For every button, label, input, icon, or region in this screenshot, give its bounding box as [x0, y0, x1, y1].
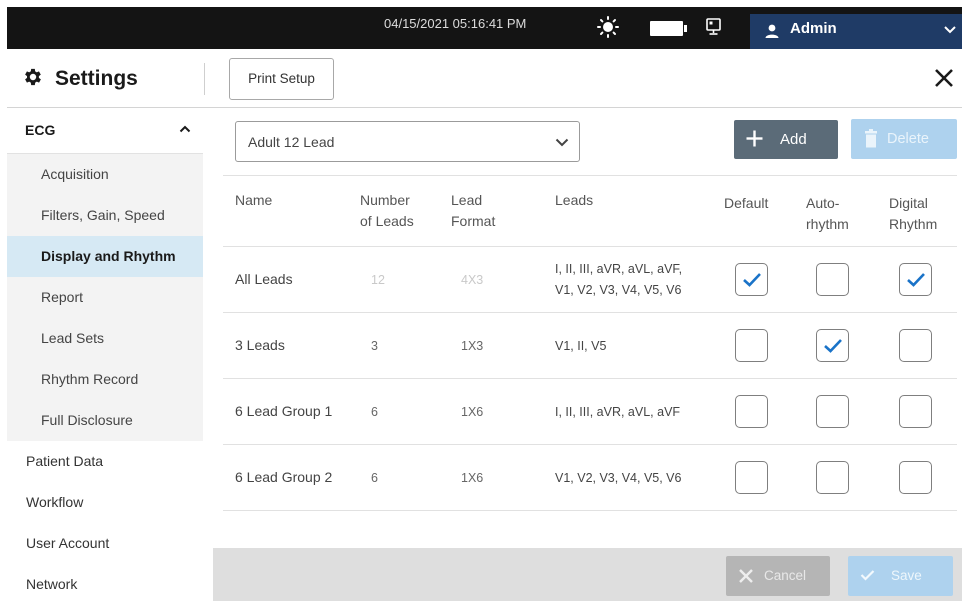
column-header-digital-rhythm-line1: Digital — [889, 195, 928, 211]
save-button[interactable]: Save — [848, 556, 953, 596]
row-name: All Leads — [235, 271, 293, 287]
check-icon — [860, 570, 875, 581]
default-checkbox[interactable] — [735, 263, 768, 296]
column-header-lead-format-line1: Lead — [451, 192, 483, 208]
row-lead-format: 1X6 — [461, 471, 484, 485]
auto-rhythm-checkbox[interactable] — [816, 263, 849, 296]
column-header-auto-rhythm-line1: Auto- — [806, 195, 840, 211]
status-bar: 04/15/2021 05:16:41 PM Admin — [7, 7, 962, 49]
row-leads: I, II, III, aVR, aVL, aVF — [555, 405, 681, 419]
datetime: 04/15/2021 05:16:41 PM — [384, 16, 527, 31]
auto-rhythm-checkbox[interactable] — [816, 461, 849, 494]
table-row[interactable]: 6 Lead Group 1 6 1X6 I, II, III, aVR, aV… — [223, 379, 957, 445]
row-leads-line2: V1, V2, V3, V4, V5, V6 — [555, 283, 682, 297]
column-header-default: Default — [724, 195, 769, 211]
digital-rhythm-checkbox[interactable] — [899, 329, 932, 362]
sidebar-item-rhythm-record[interactable]: Rhythm Record — [7, 359, 203, 400]
column-header-name: Name — [235, 192, 273, 208]
digital-rhythm-checkbox[interactable] — [899, 263, 932, 296]
trash-icon — [865, 129, 877, 148]
sidebar-item-acquisition[interactable]: Acquisition — [7, 154, 203, 195]
row-lead-format: 1X3 — [461, 339, 484, 353]
monitor-icon[interactable] — [704, 17, 724, 37]
sidebar-item-report[interactable]: Report — [7, 277, 203, 318]
digital-rhythm-checkbox[interactable] — [899, 395, 932, 428]
header-divider — [204, 63, 205, 95]
settings-sidebar: ECG Acquisition Filters, Gain, Speed Dis… — [7, 108, 203, 601]
row-lead-format: 1X6 — [461, 405, 484, 419]
plus-icon — [746, 130, 763, 147]
sidebar-item-filters-gain-speed[interactable]: Filters, Gain, Speed — [7, 195, 203, 236]
sidebar-item-network[interactable]: Network — [7, 564, 203, 601]
user-menu[interactable]: Admin — [750, 14, 962, 49]
action-footer: Cancel Save — [213, 548, 962, 601]
lead-set-selected-value: Adult 12 Lead — [248, 134, 335, 150]
auto-rhythm-checkbox[interactable] — [816, 329, 849, 362]
cancel-button-label: Cancel — [764, 568, 807, 583]
sidebar-item-full-disclosure[interactable]: Full Disclosure — [7, 400, 203, 441]
sidebar-group-label: ECG — [25, 122, 56, 138]
auto-rhythm-checkbox[interactable] — [816, 395, 849, 428]
sidebar-item-user-account[interactable]: User Account — [7, 523, 203, 564]
column-header-auto-rhythm-line2: rhythm — [806, 216, 849, 232]
column-header-number-of-leads-line2: of Leads — [360, 213, 414, 229]
cancel-button[interactable]: Cancel — [726, 556, 830, 596]
row-lead-count: 12 — [371, 273, 385, 287]
add-button-label: Add — [780, 131, 807, 148]
sidebar-group-ecg[interactable]: ECG — [7, 108, 203, 154]
row-leads: V1, II, V5 — [555, 339, 607, 353]
sun-icon[interactable] — [597, 16, 619, 38]
user-name: Admin — [790, 20, 837, 37]
row-lead-count: 6 — [371, 471, 378, 485]
delete-button[interactable]: Delete — [851, 119, 957, 159]
row-leads-line1: I, II, III, aVR, aVL, aVF, — [555, 262, 683, 276]
save-button-label: Save — [891, 568, 922, 583]
column-header-lead-format-line2: Format — [451, 213, 496, 229]
row-name: 3 Leads — [235, 337, 285, 353]
battery-icon — [650, 21, 687, 36]
column-header-leads: Leads — [555, 192, 594, 208]
sidebar-item-workflow[interactable]: Workflow — [7, 482, 203, 523]
default-checkbox[interactable] — [735, 461, 768, 494]
default-checkbox[interactable] — [735, 395, 768, 428]
row-name: 6 Lead Group 1 — [235, 403, 333, 419]
sidebar-item-patient-data[interactable]: Patient Data — [7, 441, 203, 482]
table-row[interactable]: 6 Lead Group 2 6 1X6 V1, V2, V3, V4, V5,… — [223, 445, 957, 511]
close-icon[interactable] — [934, 68, 954, 88]
print-setup-button[interactable]: Print Setup — [229, 58, 334, 100]
row-name: 6 Lead Group 2 — [235, 469, 333, 485]
display-rhythm-panel: Adult 12 Lead Add Delete Name Number of … — [213, 108, 962, 601]
digital-rhythm-checkbox[interactable] — [899, 461, 932, 494]
lead-set-dropdown[interactable]: Adult 12 Lead — [235, 121, 580, 162]
default-checkbox[interactable] — [735, 329, 768, 362]
chevron-down-icon — [555, 138, 569, 147]
close-icon — [739, 569, 753, 583]
settings-header: Settings Print Setup — [7, 49, 962, 108]
table-row[interactable]: 3 Leads 3 1X3 V1, II, V5 — [223, 313, 957, 379]
sidebar-item-display-and-rhythm[interactable]: Display and Rhythm — [7, 236, 203, 277]
column-header-number-of-leads-line1: Number — [360, 192, 410, 208]
row-lead-count: 6 — [371, 405, 378, 419]
column-header-digital-rhythm-line2: Rhythm — [889, 216, 938, 232]
chevron-down-icon[interactable] — [943, 25, 957, 35]
table-row[interactable]: All Leads 12 4X3 I, II, III, aVR, aVL, a… — [223, 247, 957, 313]
page-title: Settings — [55, 67, 138, 90]
row-lead-count: 3 — [371, 339, 378, 353]
sidebar-item-lead-sets[interactable]: Lead Sets — [7, 318, 203, 359]
chevron-up-icon[interactable] — [179, 125, 191, 133]
user-icon — [765, 24, 779, 38]
add-button[interactable]: Add — [734, 120, 838, 159]
table-header: Name Number of Leads Lead Format Leads D… — [223, 175, 957, 247]
row-leads: V1, V2, V3, V4, V5, V6 — [555, 471, 682, 485]
row-lead-format: 4X3 — [461, 273, 484, 287]
gear-icon — [25, 68, 41, 86]
delete-button-label: Delete — [887, 131, 929, 147]
